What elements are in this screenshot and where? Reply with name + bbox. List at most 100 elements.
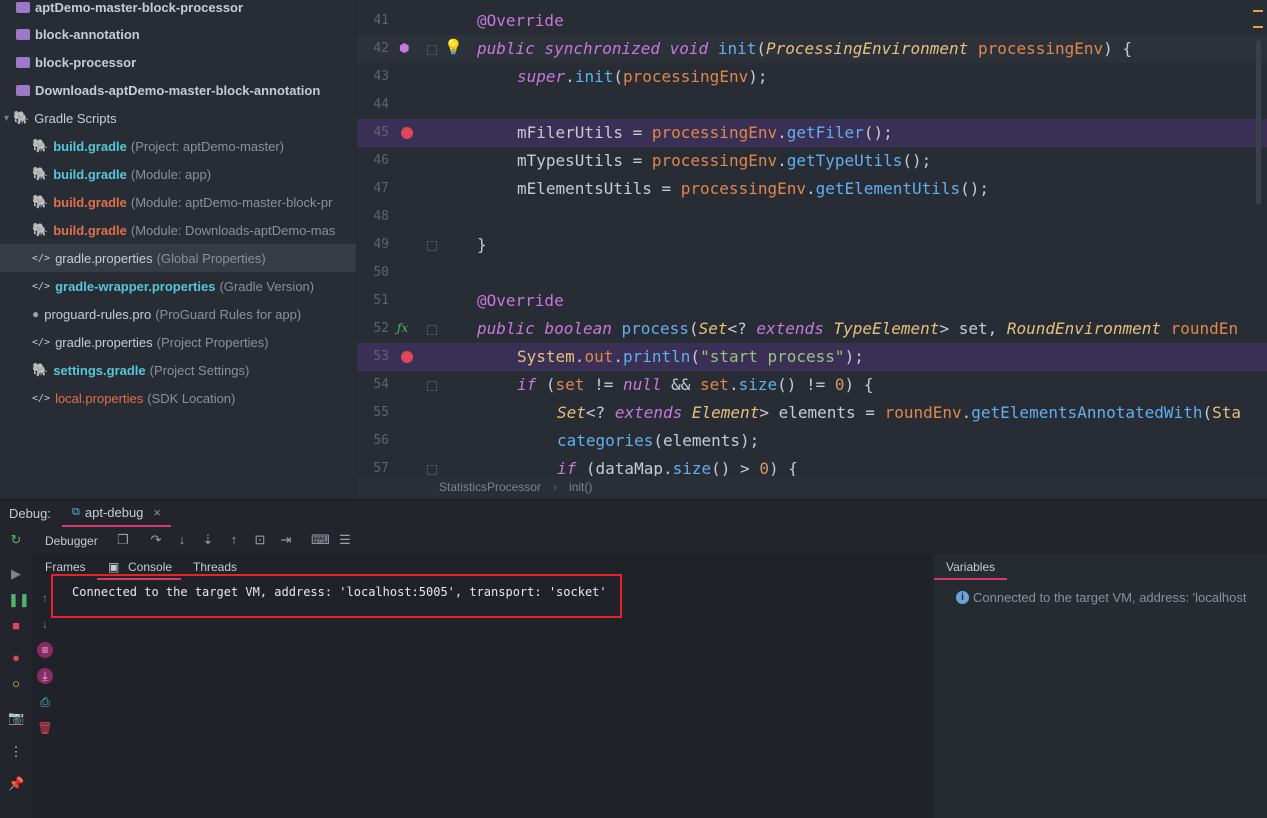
- gradle-icon: 🐘: [13, 110, 30, 125]
- code-line: super.init(processingEnv);: [517, 67, 768, 86]
- scroll-marker: [1253, 26, 1263, 28]
- layout-icon[interactable]: ❐: [115, 532, 131, 548]
- folder-icon: [16, 56, 30, 68]
- breakpoint-icon[interactable]: [401, 127, 413, 139]
- breadcrumb-separator: ›: [553, 480, 557, 494]
- tab-threads[interactable]: Threads: [193, 560, 237, 574]
- chevron-down-icon: ▾: [4, 112, 10, 124]
- line-number: 56: [373, 433, 389, 448]
- run-to-cursor-icon[interactable]: ⇥: [278, 532, 294, 548]
- tree-item-gradle-properties[interactable]: </> gradle.properties (Project Propertie…: [0, 328, 356, 356]
- line-number: 46: [373, 153, 389, 168]
- drop-frame-icon[interactable]: ⊡: [252, 532, 268, 548]
- fold-icon[interactable]: [427, 465, 437, 475]
- properties-file-icon: </>: [32, 280, 51, 292]
- scroll-marker: [1253, 10, 1263, 12]
- line-number: 51: [373, 293, 389, 308]
- tab-debugger[interactable]: Debugger: [37, 527, 106, 556]
- fold-icon[interactable]: [427, 241, 437, 251]
- close-icon[interactable]: ×: [153, 505, 161, 520]
- line-number: 49: [373, 237, 389, 252]
- tree-item-folder[interactable]: block-processor: [0, 48, 356, 76]
- properties-file-icon: </>: [32, 252, 51, 264]
- tab-frames[interactable]: Frames: [45, 560, 86, 574]
- rerun-icon[interactable]: ↻: [8, 532, 24, 548]
- more-icon[interactable]: ⋮: [8, 744, 24, 760]
- gradle-icon: 🐘: [32, 362, 49, 377]
- code-line: @Override: [477, 291, 564, 310]
- tree-item-local-properties[interactable]: </> local.properties (SDK Location): [0, 384, 356, 412]
- tree-item-settings-gradle[interactable]: 🐘 settings.gradle (Project Settings): [0, 356, 356, 384]
- debug-config-icon: ⧉: [72, 506, 80, 518]
- line-number: 50: [373, 265, 389, 280]
- fold-icon[interactable]: [427, 45, 437, 55]
- tab-console[interactable]: Console: [128, 560, 172, 574]
- gradle-icon: 🐘: [32, 222, 49, 237]
- code-line: if (set != null && set.size() != 0) {: [517, 375, 874, 394]
- debug-toolbar: ↻ ❐ ↷ ↓ ⇣ ↑ ⊡ ⇥ ⌨ ☰: [0, 527, 1267, 554]
- tree-item-folder[interactable]: aptDemo-master-block-processor: [0, 0, 356, 21]
- debug-side-toolbar: ▶ ❚❚ ■ ● ○ 📷 ⋮ 📌: [0, 554, 32, 818]
- tree-item-build-gradle[interactable]: 🐘 build.gradle (Module: aptDemo-master-b…: [0, 188, 356, 216]
- view-breakpoints-icon[interactable]: ●: [8, 650, 24, 666]
- highlight-box: [51, 574, 622, 618]
- scroll-to-end-icon[interactable]: ⤓: [37, 668, 53, 684]
- trash-icon[interactable]: 🗑: [37, 720, 53, 736]
- line-number: 45: [373, 125, 389, 140]
- tree-item-gradle-properties[interactable]: </> gradle.properties (Global Properties…: [0, 244, 356, 272]
- folder-icon: [16, 1, 30, 13]
- gradle-icon: 🐘: [32, 166, 49, 181]
- breakpoint-icon[interactable]: [401, 351, 413, 363]
- fold-icon[interactable]: [427, 381, 437, 391]
- tree-item-build-gradle[interactable]: 🐘 build.gradle (Module: Downloads-aptDem…: [0, 216, 356, 244]
- line-number: 57: [373, 461, 389, 476]
- editor-gutter[interactable]: 41 42 43 44 45 46 47 48 49 50 51 52 53 5…: [357, 0, 462, 476]
- tree-item-folder[interactable]: Downloads-aptDemo-master-block-annotatio…: [0, 76, 356, 104]
- force-step-into-icon[interactable]: ⇣: [200, 532, 216, 548]
- line-number: 55: [373, 405, 389, 420]
- debug-label: Debug:: [9, 506, 51, 521]
- step-over-icon[interactable]: ↷: [148, 532, 164, 548]
- mute-breakpoints-icon[interactable]: ○: [8, 676, 24, 692]
- line-number: 44: [373, 97, 389, 112]
- line-number: 53: [373, 349, 389, 364]
- breadcrumb: StatisticsProcessor › init(): [357, 476, 1267, 498]
- step-out-icon[interactable]: ↑: [226, 532, 242, 548]
- code-line: public boolean process(Set<? extends Typ…: [477, 319, 1239, 338]
- tree-item-proguard[interactable]: ● proguard-rules.pro (ProGuard Rules for…: [0, 300, 356, 328]
- soft-wrap-icon[interactable]: ≡: [37, 642, 53, 658]
- android-icon: ●: [32, 307, 40, 321]
- code-line: System.out.println("start process");: [517, 347, 864, 366]
- tree-item-gradle-wrapper[interactable]: </> gradle-wrapper.properties (Gradle Ve…: [0, 272, 356, 300]
- camera-icon[interactable]: 📷: [8, 710, 24, 726]
- debug-session-tab[interactable]: ⧉ apt-debug ×: [62, 500, 172, 527]
- stop-icon[interactable]: ■: [8, 618, 24, 634]
- tree-item-gradle-scripts[interactable]: ▾ 🐘 Gradle Scripts: [0, 104, 356, 132]
- breadcrumb-method[interactable]: init(): [569, 480, 592, 494]
- breadcrumb-class[interactable]: StatisticsProcessor: [439, 480, 541, 494]
- scroll-down-icon[interactable]: ↓: [37, 616, 53, 632]
- pause-icon[interactable]: ❚❚: [8, 592, 30, 608]
- tree-item-build-gradle[interactable]: 🐘 build.gradle (Module: app): [0, 160, 356, 188]
- resume-icon[interactable]: ▶: [8, 566, 24, 582]
- lightbulb-icon[interactable]: 💡: [444, 38, 463, 56]
- override-marker-icon[interactable]: ⬢: [399, 41, 409, 55]
- properties-file-icon: </>: [32, 336, 51, 348]
- step-into-icon[interactable]: ↓: [174, 532, 190, 548]
- trace-icon[interactable]: ☰: [337, 532, 353, 548]
- code-editor[interactable]: 41 42 43 44 45 46 47 48 49 50 51 52 53 5…: [357, 0, 1267, 498]
- print-icon[interactable]: ⎙: [37, 694, 53, 710]
- evaluate-icon[interactable]: ⌨: [311, 532, 330, 548]
- fold-icon[interactable]: [427, 325, 437, 335]
- folder-icon: [16, 28, 30, 40]
- code-line: public synchronized void init(Processing…: [477, 39, 1133, 58]
- editor-scrollbar[interactable]: [1256, 40, 1261, 205]
- tree-item-folder[interactable]: block-annotation: [0, 20, 356, 48]
- gradle-icon: 🐘: [32, 138, 49, 153]
- implements-marker-icon[interactable]: ƒx: [397, 321, 408, 335]
- pin-icon[interactable]: 📌: [8, 776, 24, 792]
- tree-item-build-gradle[interactable]: 🐘 build.gradle (Project: aptDemo-master): [0, 132, 356, 160]
- code-line: mTypesUtils = processingEnv.getTypeUtils…: [517, 151, 932, 170]
- debug-header: Debug: ⧉ apt-debug ×: [0, 499, 1267, 527]
- tab-variables[interactable]: Variables: [934, 556, 1008, 580]
